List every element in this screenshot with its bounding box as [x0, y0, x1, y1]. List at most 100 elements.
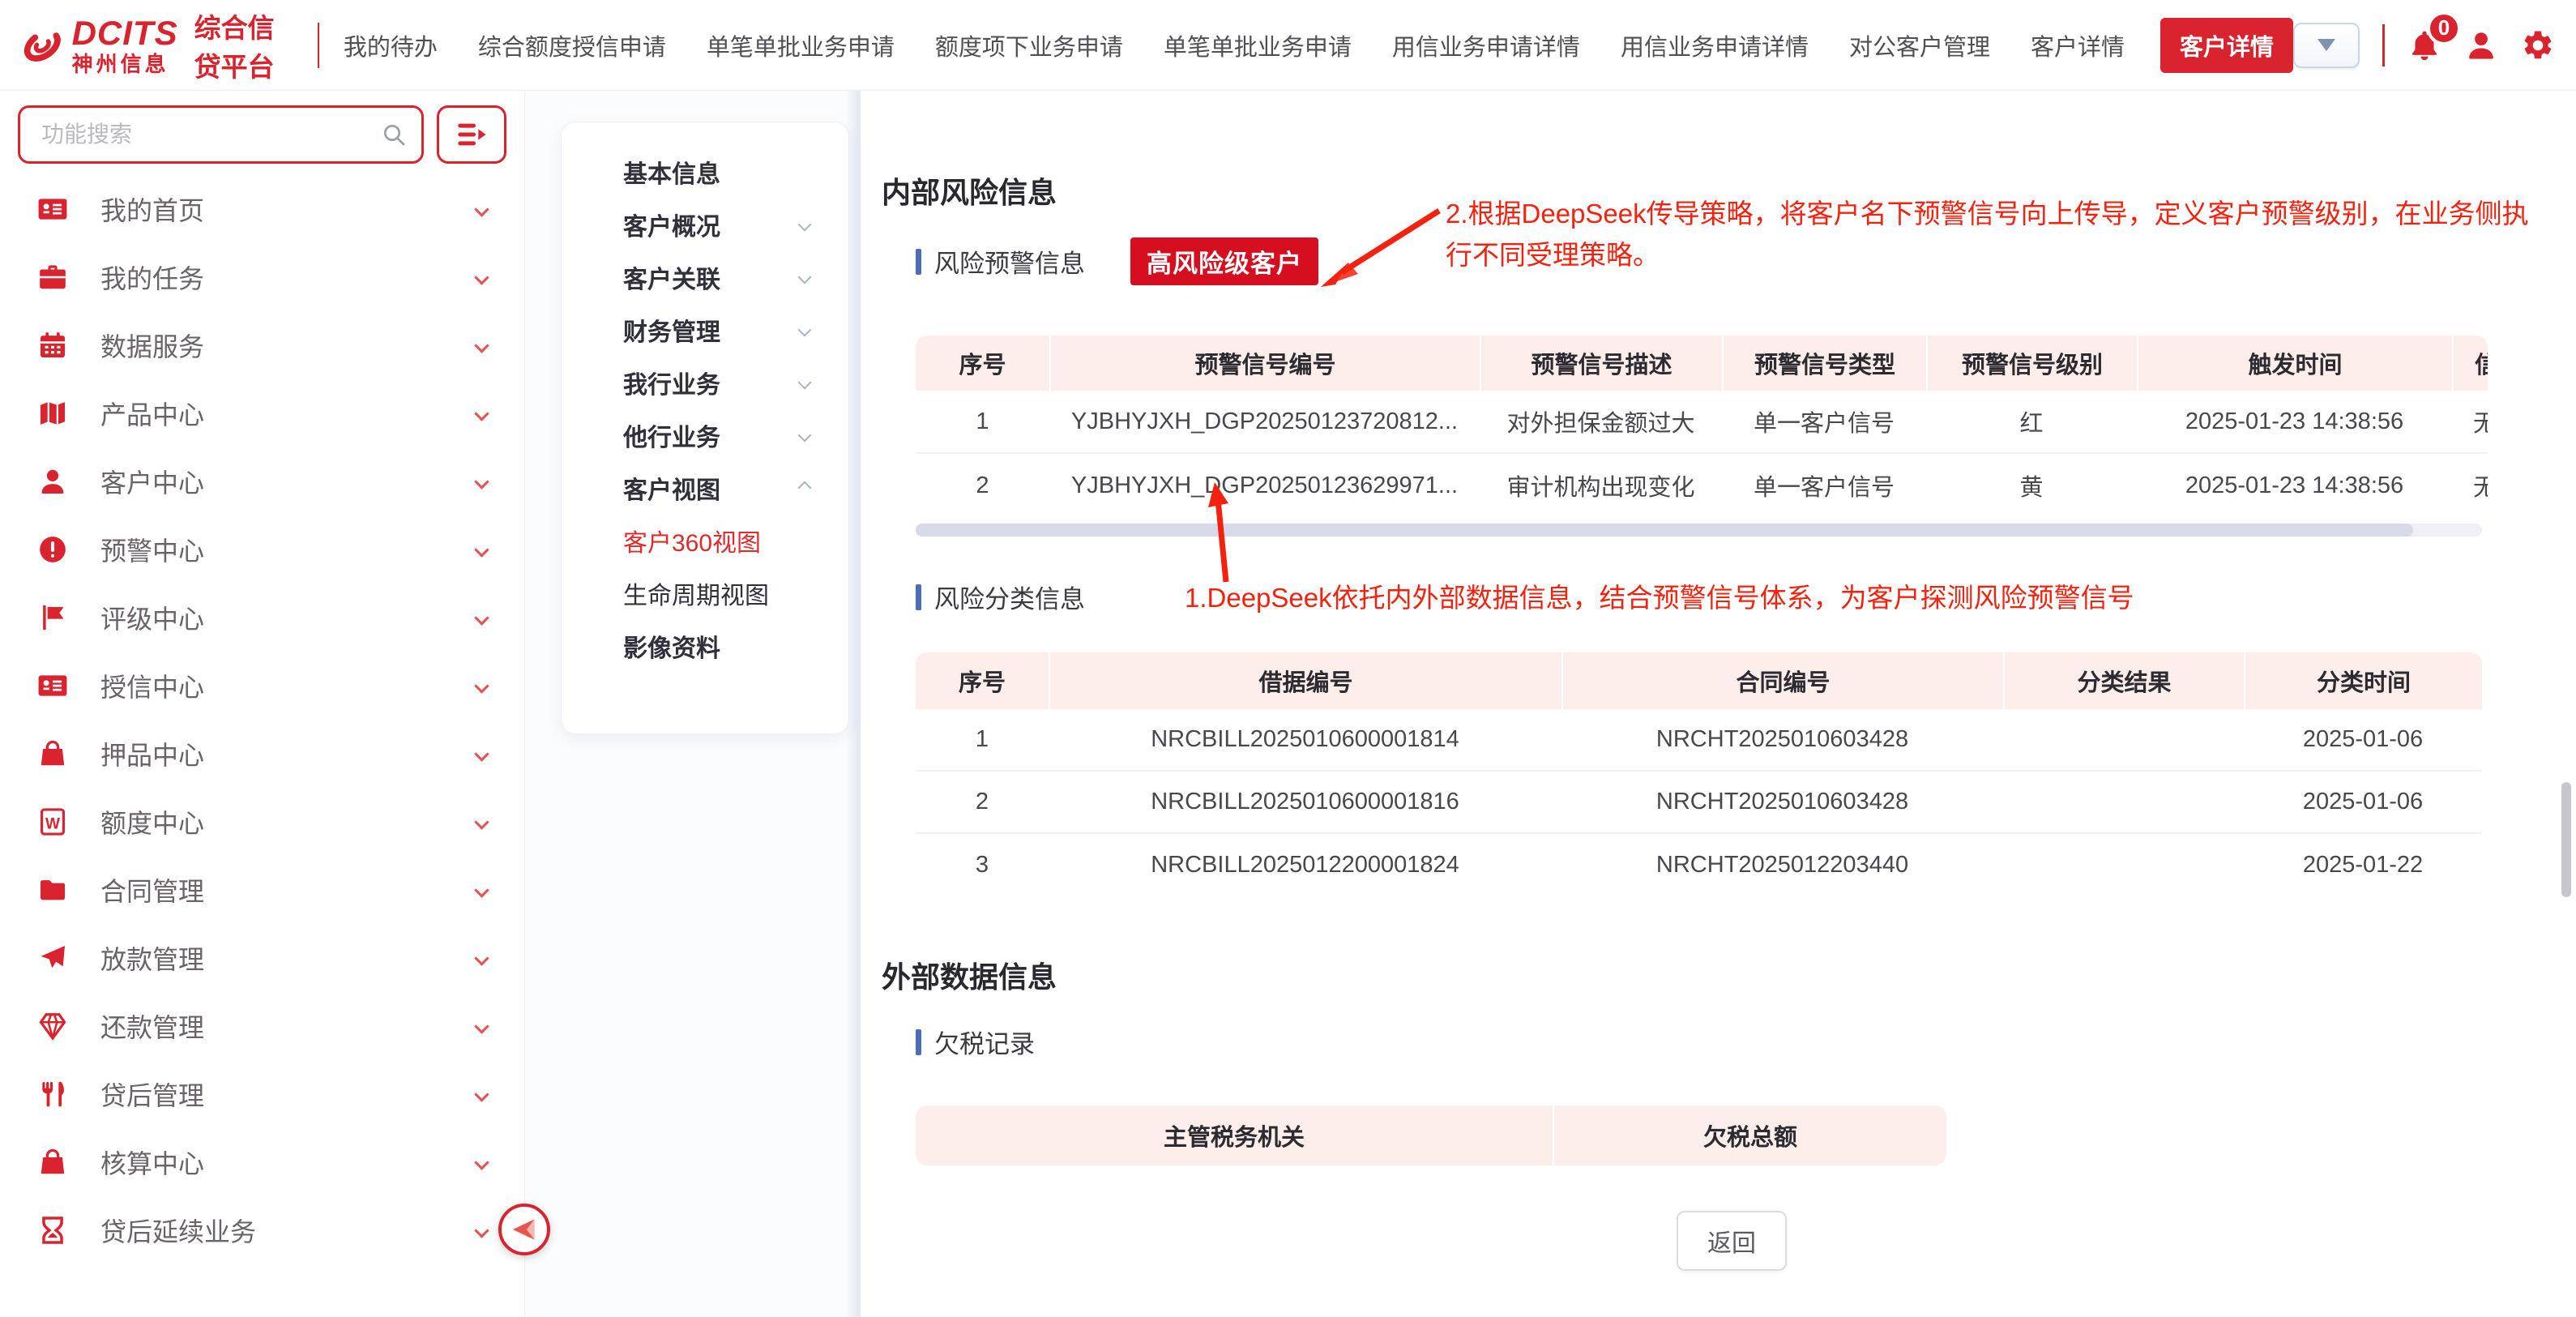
column-header: 借据编号 [1049, 652, 1561, 709]
risk-warning-table: 序号预警信号编号预警信号描述预警信号类型预警信号级别触发时间信1YJBHYJXH… [916, 336, 2488, 517]
table-cell: 2025-01-06 [2244, 709, 2482, 770]
submenu-item[interactable]: 客户视图 [562, 461, 848, 514]
submenu-item[interactable]: 影像资料 [562, 619, 848, 672]
risk-classify-table: 序号借据编号合同编号分类结果分类时间1NRCBILL20250106000018… [916, 652, 2482, 896]
submenu-item[interactable]: 我行业务 [562, 356, 848, 408]
notifications-button[interactable]: 0 [2407, 28, 2441, 63]
scrollbar-thumb[interactable] [916, 524, 2413, 537]
sidebar-item[interactable]: 客户中心 [0, 447, 524, 515]
table-row: 2NRCBILL2025010600001816NRCHT20250106034… [916, 772, 2482, 834]
submenu-panel: 基本信息客户概况客户关联财务管理我行业务他行业务客户视图客户360视图生命周期视… [525, 91, 861, 1317]
submenu-item[interactable]: 他行业务 [562, 408, 848, 461]
page-scrollbar[interactable] [2561, 782, 2571, 897]
sidebar-item-label: 合同管理 [100, 871, 204, 909]
top-nav-item[interactable]: 综合额度授信申请 [478, 28, 666, 62]
chevron-down-icon [474, 678, 489, 693]
sidebar-menu: 我的首页我的任务数据服务产品中心客户中心预警中心评级中心授信中心押品中心 W额度中… [0, 175, 524, 1264]
chevron-down-icon [798, 375, 812, 389]
submenu-item[interactable]: 生命周期视图 [562, 567, 848, 619]
sidebar-item-label: 押品中心 [100, 735, 204, 772]
section-bar [916, 249, 921, 275]
search-input[interactable] [40, 121, 373, 148]
menu-toggle-button[interactable] [437, 105, 506, 164]
top-nav-item[interactable]: 单笔单批业务申请 [707, 28, 895, 62]
main-content: 内部风险信息 风险预警信息 高风险级客户 序号预警信号编号预警信号描述预警信号类… [861, 91, 2576, 1317]
submenu-item[interactable]: 财务管理 [562, 303, 848, 356]
submenu-item[interactable]: 客户关联 [562, 250, 848, 303]
tax-record-table: 主管税务机关欠税总额 [916, 1105, 1946, 1165]
sidebar-item[interactable]: 核算中心 [0, 1128, 524, 1196]
table-horizontal-scrollbar [916, 524, 2482, 537]
sidebar-item[interactable]: 预警中心 [0, 515, 524, 584]
annotation-transmission-strategy: 2.根据DeepSeek传导策略，将客户名下预警信号向上传导，定义客户预警级别，… [1446, 193, 2531, 276]
sidebar-item[interactable]: 还款管理 [0, 992, 524, 1060]
sidebar-item-label: 贷后延续业务 [100, 1212, 256, 1249]
sidebar-item[interactable]: 我的任务 [0, 243, 524, 311]
map-icon [37, 398, 68, 429]
top-nav-item[interactable]: 单笔单批业务申请 [1164, 28, 1352, 62]
chevron-down-icon [798, 428, 812, 442]
arrow-left-icon [509, 1214, 540, 1245]
submenu-item[interactable]: 基本信息 [562, 145, 848, 198]
sidebar-item-label: 我的首页 [100, 190, 204, 228]
submenu-item-label: 客户360视图 [623, 523, 761, 558]
sidebar-item[interactable]: 我的首页 [0, 175, 524, 243]
table-cell: NRCHT2025010603428 [1561, 772, 2003, 832]
sidebar-item[interactable]: 放款管理 [0, 924, 524, 992]
table-cell [2003, 834, 2244, 896]
table-row: 1NRCBILL2025010600001814NRCHT20250106034… [916, 709, 2482, 772]
column-header: 合同编号 [1561, 652, 2003, 709]
briefcase-icon [37, 262, 68, 293]
table-cell: YJBHYJXH_DGP20250123720812... [1049, 391, 1480, 452]
table-header-row: 序号预警信号编号预警信号描述预警信号类型预警信号级别触发时间信 [916, 336, 2488, 391]
user-icon[interactable] [2464, 28, 2498, 62]
top-nav-item[interactable]: 额度项下业务申请 [935, 28, 1123, 62]
chevron-down-icon [474, 1223, 489, 1238]
submenu-item-label: 我行业务 [623, 365, 720, 400]
tax-record-subheader: 欠税记录 [916, 1024, 2576, 1060]
column-header: 分类结果 [2003, 652, 2244, 709]
column-header: 信 [2452, 336, 2488, 391]
active-tab-button[interactable]: 客户详情 [2160, 18, 2293, 73]
top-nav-item[interactable]: 用信业务申请详情 [1621, 28, 1809, 62]
chevron-down-icon [474, 610, 489, 625]
table-cell: NRCBILL2025010600001814 [1049, 709, 1561, 770]
hourglass-icon [37, 1215, 68, 1246]
submenu-item-label: 客户关联 [623, 259, 720, 295]
subsection-title: 欠税记录 [934, 1024, 1035, 1060]
chevron-down-icon [474, 1087, 489, 1101]
table-cell: 2 [916, 454, 1049, 517]
table-cell: 1 [916, 391, 1049, 452]
annotation-arrow-icon [1201, 478, 1245, 589]
back-button[interactable]: 返回 [1677, 1211, 1787, 1271]
column-header: 预警信号类型 [1722, 336, 1926, 391]
flag-icon [37, 602, 68, 633]
chevron-down-icon [474, 951, 489, 965]
sidebar-item[interactable]: 授信中心 [0, 652, 524, 720]
top-nav-item[interactable]: 客户详情 [2031, 28, 2125, 62]
gem-icon [37, 1011, 68, 1041]
tab-overflow-dropdown[interactable] [2293, 23, 2360, 68]
collapse-float-button[interactable] [498, 1204, 550, 1255]
bag-icon [37, 738, 68, 769]
submenu-item[interactable]: 客户概况 [562, 198, 848, 250]
sidebar-item[interactable]: W额度中心 [0, 788, 524, 856]
sidebar-item[interactable]: 合同管理 [0, 856, 524, 924]
submenu-item[interactable]: 客户360视图 [562, 514, 848, 567]
sidebar-item-label: 产品中心 [100, 395, 204, 432]
sidebar-item[interactable]: 贷后延续业务 [0, 1196, 524, 1264]
customer-view-menu: 基本信息客户概况客户关联财务管理我行业务他行业务客户视图客户360视图生命周期视… [561, 122, 849, 734]
top-nav-item[interactable]: 对公客户管理 [1849, 28, 1990, 62]
sidebar-item[interactable]: 押品中心 [0, 720, 524, 788]
sidebar-item[interactable]: 贷后管理 [0, 1060, 524, 1128]
sidebar-item[interactable]: 产品中心 [0, 379, 524, 447]
column-header: 序号 [916, 336, 1049, 391]
sidebar-item-label: 贷后管理 [100, 1075, 204, 1113]
sidebar-item[interactable]: 数据服务 [0, 311, 524, 379]
gear-icon[interactable] [2521, 28, 2555, 62]
folder-icon [37, 874, 68, 905]
sidebar-item-label: 还款管理 [100, 1007, 204, 1045]
sidebar-item[interactable]: 评级中心 [0, 584, 524, 652]
top-nav-item[interactable]: 我的待办 [344, 28, 438, 62]
top-nav-item[interactable]: 用信业务申请详情 [1392, 28, 1580, 62]
